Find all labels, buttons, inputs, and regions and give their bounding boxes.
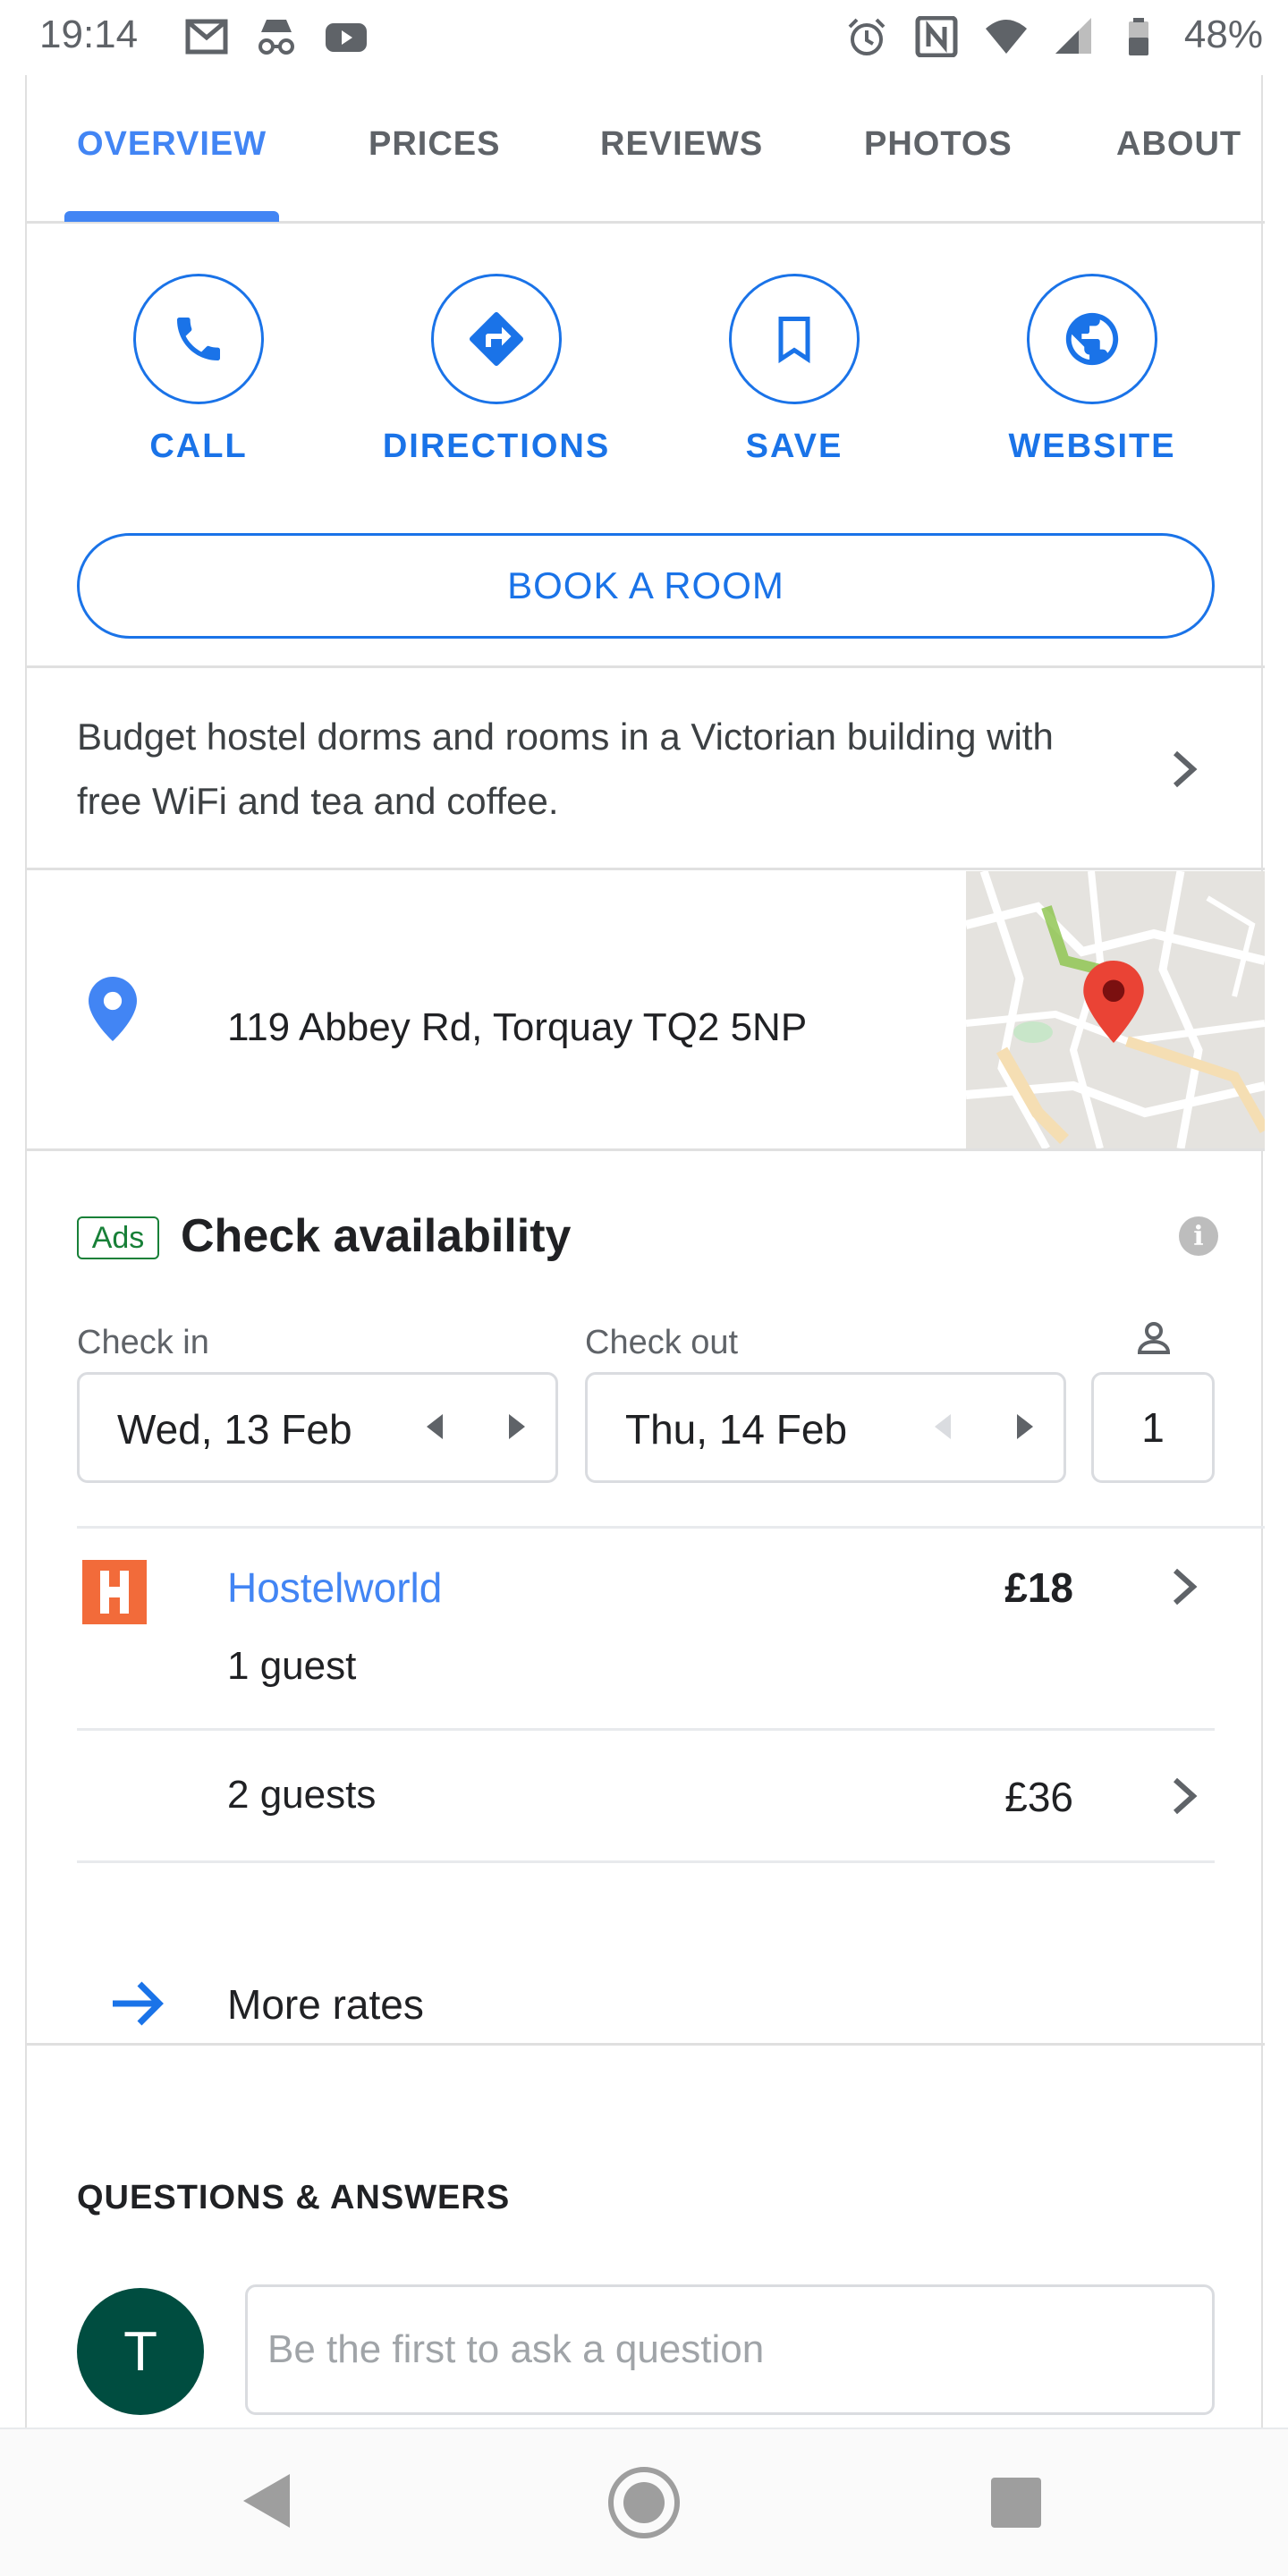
directions-icon: [470, 312, 523, 366]
website-button[interactable]: WEBSITE: [958, 274, 1226, 488]
status-time: 19:14: [39, 13, 139, 56]
bookmark-icon: [778, 317, 810, 364]
tab-reviews[interactable]: REVIEWS: [600, 125, 763, 164]
check-in-prev-icon[interactable]: [427, 1414, 443, 1439]
check-in-value: Wed, 13 Feb: [117, 1406, 352, 1453]
qa-title: QUESTIONS & ANSWERS: [77, 2179, 511, 2216]
call-circle: [133, 274, 264, 404]
rate-guests: 1 guest: [227, 1644, 357, 1688]
directions-label: DIRECTIONS: [382, 428, 611, 465]
check-out-prev-icon[interactable]: [935, 1414, 951, 1439]
incognito-icon: [258, 20, 294, 55]
call-label: CALL: [149, 428, 248, 465]
tab-prices[interactable]: PRICES: [369, 125, 500, 164]
ads-badge: Ads: [77, 1216, 159, 1259]
rate-price: £36: [1004, 1774, 1073, 1820]
location-pin-icon: [89, 977, 137, 1041]
divider: [27, 2043, 1265, 2046]
rate-price: £18: [1004, 1564, 1073, 1611]
wifi-icon: [986, 20, 1027, 54]
check-out-value: Thu, 14 Feb: [625, 1406, 848, 1453]
status-bar: 19:14 48%: [0, 0, 1288, 75]
question-input[interactable]: [245, 2284, 1215, 2415]
website-label: WEBSITE: [1008, 428, 1176, 465]
tab-active-indicator: [64, 211, 279, 222]
provider-name[interactable]: Hostelworld: [227, 1563, 442, 1612]
nfc-icon: [915, 16, 958, 57]
call-button[interactable]: CALL: [64, 274, 333, 488]
address-text: 119 Abbey Rd, Torquay TQ2 5NP: [227, 1005, 808, 1049]
availability-title: Check availability: [181, 1210, 572, 1262]
globe-icon: [1065, 312, 1119, 366]
directions-circle: [431, 274, 562, 404]
recents-icon[interactable]: [991, 2478, 1041, 2528]
directions-button[interactable]: DIRECTIONS: [362, 274, 631, 488]
check-in-next-icon[interactable]: [509, 1414, 525, 1439]
back-icon[interactable]: [243, 2474, 290, 2528]
more-rates-label: More rates: [227, 1981, 424, 2028]
tab-bar: OVERVIEW PRICES REVIEWS PHOTOS ABOUT: [27, 75, 1265, 224]
place-card: OVERVIEW PRICES REVIEWS PHOTOS ABOUT CAL…: [25, 75, 1265, 2428]
tab-about[interactable]: ABOUT: [1116, 125, 1241, 164]
person-icon: [1137, 1322, 1171, 1354]
divider: [77, 1860, 1215, 1863]
chevron-right-icon: [1173, 1777, 1198, 1815]
save-circle: [729, 274, 860, 404]
youtube-icon: [326, 23, 367, 52]
tab-overview[interactable]: OVERVIEW: [77, 125, 267, 164]
alarm-icon: [848, 18, 886, 55]
check-in-field[interactable]: Wed, 13 Feb: [77, 1372, 558, 1483]
info-icon[interactable]: i: [1179, 1216, 1218, 1256]
tab-photos[interactable]: PHOTOS: [864, 125, 1013, 164]
gmail-icon: [185, 19, 228, 55]
divider: [27, 1148, 1265, 1151]
hostelworld-logo: [82, 1560, 147, 1624]
save-button[interactable]: SAVE: [660, 274, 928, 488]
book-room-button[interactable]: BOOK A ROOM: [77, 533, 1215, 639]
rate-guests: 2 guests: [227, 1773, 377, 1817]
divider: [77, 1526, 1265, 1529]
avatar: T: [77, 2288, 204, 2415]
divider: [27, 868, 1265, 870]
home-icon[interactable]: [608, 2467, 680, 2538]
check-in-label: Check in: [77, 1324, 209, 1361]
save-label: SAVE: [745, 428, 843, 465]
divider: [27, 665, 1265, 668]
divider: [77, 1728, 1215, 1731]
check-out-field[interactable]: Thu, 14 Feb: [585, 1372, 1066, 1483]
phone-icon: [177, 318, 220, 360]
description-text: Budget hostel dorms and rooms in a Victo…: [77, 716, 1054, 822]
battery-icon: [1129, 18, 1148, 55]
check-out-next-icon[interactable]: [1017, 1414, 1033, 1439]
website-circle: [1027, 274, 1157, 404]
guest-count-field[interactable]: 1: [1091, 1372, 1215, 1483]
battery-percent: 48%: [1183, 13, 1263, 56]
check-out-label: Check out: [585, 1324, 739, 1361]
chevron-right-icon: [1173, 750, 1198, 788]
map-thumbnail[interactable]: [966, 871, 1265, 1148]
map-pin-icon: [1083, 961, 1144, 1043]
signal-icon: [1055, 18, 1091, 54]
arrow-right-icon: [113, 1981, 164, 2026]
navigation-bar: [0, 2428, 1288, 2576]
chevron-right-icon: [1173, 1568, 1198, 1606]
